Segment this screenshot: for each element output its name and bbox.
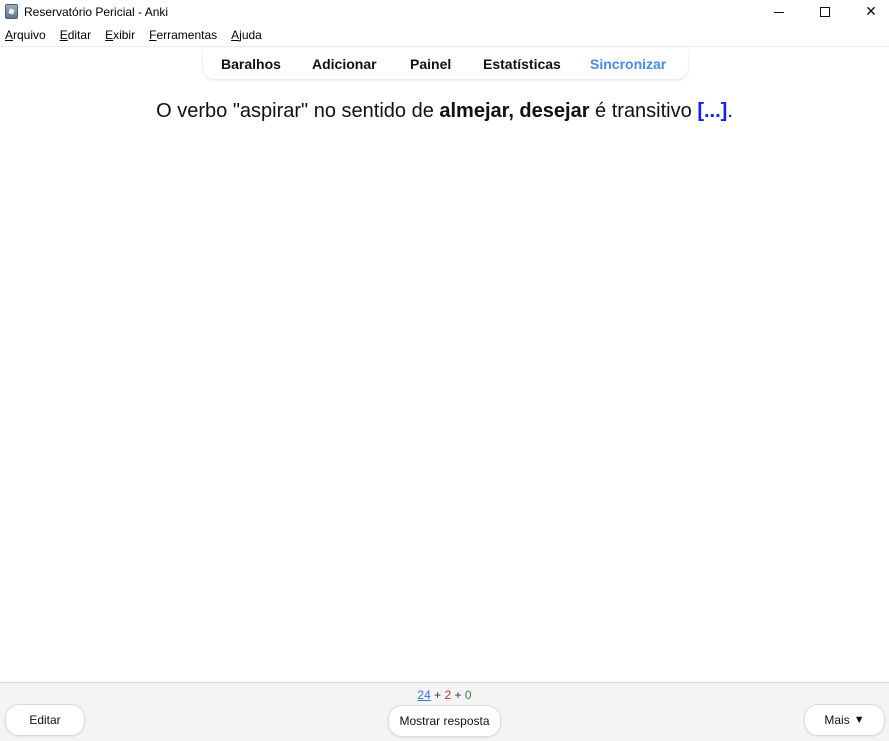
learning-count: 2 (444, 688, 452, 702)
card-bold-text: almejar, desejar (439, 100, 590, 122)
menu-divider (0, 46, 889, 47)
menu-ferramentas[interactable]: Ferramentas (149, 28, 217, 46)
anki-app-icon (5, 4, 18, 19)
more-label: Mais (824, 713, 850, 727)
maximize-icon (820, 7, 830, 17)
bottom-bar: 24 + 2 + 0 Editar Mostrar resposta Mais … (0, 682, 889, 741)
title-bar: Reservatório Pericial - Anki ✕ (0, 0, 889, 24)
more-button[interactable]: Mais ▼ (804, 704, 885, 736)
count-separator: + (434, 688, 442, 702)
minimize-icon (774, 11, 784, 13)
maximize-button[interactable] (803, 0, 847, 24)
menu-exibir[interactable]: Exibir (105, 28, 135, 46)
show-answer-button[interactable]: Mostrar resposta (388, 705, 501, 737)
menu-editar[interactable]: Editar (60, 28, 91, 46)
card-text-middle: é transitivo (589, 100, 698, 122)
minimize-button[interactable] (757, 0, 801, 24)
menu-bar: Arquivo Editar Exibir Ferramentas Ajuda (0, 28, 276, 46)
close-icon: ✕ (865, 4, 877, 20)
card-question: O verbo "aspirar" no sentido de almejar,… (0, 100, 889, 123)
tab-baralhos[interactable]: Baralhos (221, 56, 281, 72)
tab-adicionar[interactable]: Adicionar (312, 56, 377, 72)
tab-sincronizar[interactable]: Sincronizar (590, 56, 666, 72)
close-button[interactable]: ✕ (849, 0, 889, 24)
card-text-after: . (727, 100, 733, 122)
triangle-down-icon: ▼ (853, 714, 865, 726)
tab-painel[interactable]: Painel (410, 56, 451, 72)
menu-arquivo[interactable]: Arquivo (5, 28, 46, 46)
new-count[interactable]: 24 (417, 688, 430, 702)
count-separator: + (454, 688, 462, 702)
edit-button[interactable]: Editar (5, 704, 85, 736)
due-counts: 24 + 2 + 0 (0, 688, 889, 702)
menu-ajuda[interactable]: Ajuda (231, 28, 262, 46)
review-count: 0 (464, 688, 472, 702)
cloze-deletion: [...] (697, 100, 728, 122)
tab-estatisticas[interactable]: Estatísticas (483, 56, 561, 72)
card-text-before: O verbo "aspirar" no sentido de (156, 100, 440, 122)
top-toolbar: Baralhos Adicionar Painel Estatísticas S… (203, 48, 688, 79)
window-title: Reservatório Pericial - Anki (24, 5, 169, 19)
